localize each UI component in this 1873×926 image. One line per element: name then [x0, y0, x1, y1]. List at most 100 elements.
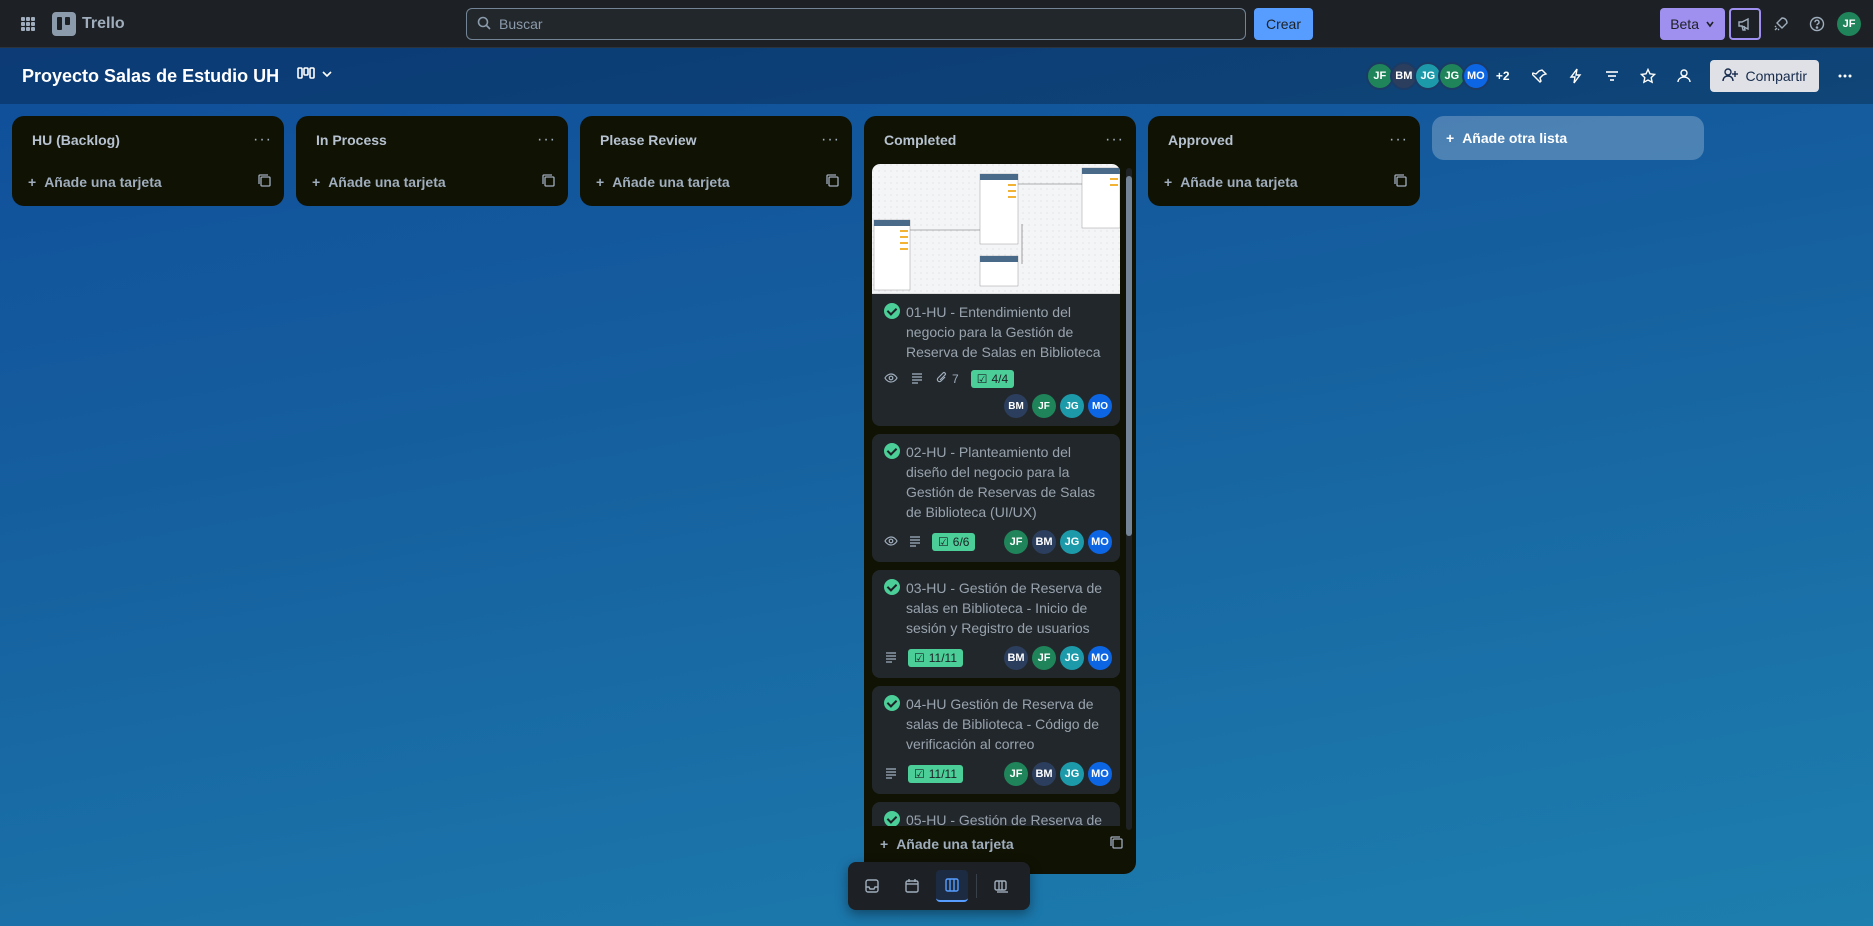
list-title[interactable]: Completed [884, 132, 956, 148]
search-icon [477, 16, 491, 33]
member-avatar[interactable]: BM [1004, 646, 1028, 670]
card-04[interactable]: 04-HU Gestión de Reserva de salas de Bib… [872, 686, 1120, 794]
share-button[interactable]: Compartir [1709, 60, 1819, 92]
add-card-button[interactable]: + Añade una tarjeta [12, 164, 284, 200]
scrollbar-thumb[interactable] [1126, 176, 1132, 536]
complete-check-icon[interactable] [884, 303, 900, 319]
beta-button[interactable]: Beta [1660, 8, 1725, 40]
member-avatar[interactable]: MO [1088, 530, 1112, 554]
user-avatar[interactable]: JF [1837, 12, 1861, 36]
add-card-button[interactable]: + Añade una tarjeta [864, 826, 1136, 862]
member-avatar[interactable]: JF [1004, 762, 1028, 786]
description-icon [884, 766, 898, 783]
description-icon [910, 371, 924, 388]
template-icon[interactable] [1110, 835, 1124, 853]
card-title: 02-HU - Planteamiento del diseño del neg… [906, 444, 1096, 520]
card-02[interactable]: 02-HU - Planteamiento del diseño del neg… [872, 434, 1120, 562]
card-title: 05-HU - Gestión de Reserva de salas en B… [906, 812, 1103, 826]
member-avatar[interactable]: MO [1088, 646, 1112, 670]
checkbox-icon: ☑ [938, 535, 949, 549]
add-list-button[interactable]: + Añade otra lista [1432, 116, 1704, 160]
rocket-icon[interactable] [1765, 8, 1797, 40]
template-icon[interactable] [258, 173, 272, 191]
card-body: 02-HU - Planteamiento del diseño del neg… [872, 434, 1120, 562]
list-menu-icon[interactable]: ··· [1105, 131, 1124, 149]
paperclip-icon [936, 371, 948, 388]
card-members: BM JF JG MO [1004, 646, 1112, 670]
star-icon[interactable] [1632, 60, 1664, 92]
add-card-button[interactable]: + Añade una tarjeta [1148, 164, 1420, 200]
member-avatar[interactable]: JG [1060, 762, 1084, 786]
board-view-icon[interactable] [936, 870, 968, 902]
more-menu-icon[interactable] [1829, 60, 1861, 92]
card-03[interactable]: 03-HU - Gestión de Reserva de salas en B… [872, 570, 1120, 678]
switch-boards-icon[interactable] [985, 870, 1017, 902]
list-title[interactable]: HU (Backlog) [32, 132, 120, 148]
view-switcher [848, 862, 1030, 910]
plus-icon: + [28, 174, 37, 190]
lightning-icon[interactable] [1560, 60, 1592, 92]
member-avatar[interactable]: JG [1060, 394, 1084, 418]
list-title[interactable]: In Process [316, 132, 387, 148]
template-icon[interactable] [542, 173, 556, 191]
help-icon[interactable] [1801, 8, 1833, 40]
member-avatar[interactable]: JG [1060, 530, 1084, 554]
list-menu-icon[interactable]: ··· [537, 131, 556, 149]
checklist-badge: ☑ 11/11 [908, 765, 964, 783]
list-header: HU (Backlog) ··· [12, 116, 284, 164]
chevron-down-icon [321, 67, 333, 85]
member-avatar[interactable]: MO [1088, 394, 1112, 418]
template-icon[interactable] [826, 173, 840, 191]
board-view-icon [297, 66, 315, 86]
watching-eye-icon [884, 534, 898, 551]
list-scrollbar[interactable] [1126, 168, 1132, 830]
member-avatar[interactable]: BM [1032, 530, 1056, 554]
member-avatar[interactable]: BM [1004, 394, 1028, 418]
card-badges: ☑ 11/11 BM JF JG MO [884, 646, 1112, 670]
card-01[interactable]: 01-HU - Entendimiento del negocio para l… [872, 164, 1120, 426]
card-title: 03-HU - Gestión de Reserva de salas en B… [906, 580, 1103, 636]
add-card-label: Añade una tarjeta [1180, 174, 1298, 190]
description-icon [884, 650, 898, 667]
checklist-badge: ☑ 6/6 [932, 533, 976, 551]
filter-icon[interactable] [1596, 60, 1628, 92]
trello-logo[interactable]: Trello [52, 11, 125, 36]
list-title[interactable]: Please Review [600, 132, 697, 148]
list-title[interactable]: Approved [1168, 132, 1233, 148]
megaphone-icon[interactable] [1729, 8, 1761, 40]
member-avatar[interactable]: JF [1032, 646, 1056, 670]
list-menu-icon[interactable]: ··· [253, 131, 272, 149]
board-view-switcher[interactable] [297, 66, 333, 86]
member-avatar[interactable]: JF [1004, 530, 1028, 554]
complete-check-icon[interactable] [884, 443, 900, 459]
add-card-label: Añade una tarjeta [328, 174, 446, 190]
complete-check-icon[interactable] [884, 579, 900, 595]
member-avatar[interactable]: MO [1088, 762, 1112, 786]
beta-label: Beta [1670, 16, 1699, 32]
add-card-button[interactable]: + Añade una tarjeta [296, 164, 568, 200]
add-card-button[interactable]: + Añade una tarjeta [580, 164, 852, 200]
workspace-visibility-icon[interactable] [1668, 60, 1700, 92]
member-avatar[interactable]: MO [1461, 62, 1490, 90]
card-05[interactable]: 05-HU - Gestión de Reserva de salas en B… [872, 802, 1120, 826]
divider [976, 874, 977, 898]
list-menu-icon[interactable]: ··· [1389, 131, 1408, 149]
list-header: Approved ··· [1148, 116, 1420, 164]
inbox-icon[interactable] [856, 870, 888, 902]
board-title[interactable]: Proyecto Salas de Estudio UH [22, 66, 279, 87]
pin-icon[interactable] [1524, 60, 1556, 92]
list-menu-icon[interactable]: ··· [821, 131, 840, 149]
member-avatar[interactable]: JF [1032, 394, 1056, 418]
complete-check-icon[interactable] [884, 695, 900, 711]
apps-grid-icon[interactable] [12, 8, 44, 40]
search-input[interactable]: Buscar [466, 8, 1246, 40]
card-cover-image [872, 164, 1120, 294]
calendar-icon[interactable] [896, 870, 928, 902]
board-members[interactable]: JF BM JG JG MO +2 [1365, 62, 1510, 90]
more-members-count[interactable]: +2 [1496, 69, 1510, 83]
member-avatar[interactable]: BM [1032, 762, 1056, 786]
complete-check-icon[interactable] [884, 811, 900, 826]
create-button[interactable]: Crear [1254, 8, 1314, 40]
template-icon[interactable] [1394, 173, 1408, 191]
member-avatar[interactable]: JG [1060, 646, 1084, 670]
